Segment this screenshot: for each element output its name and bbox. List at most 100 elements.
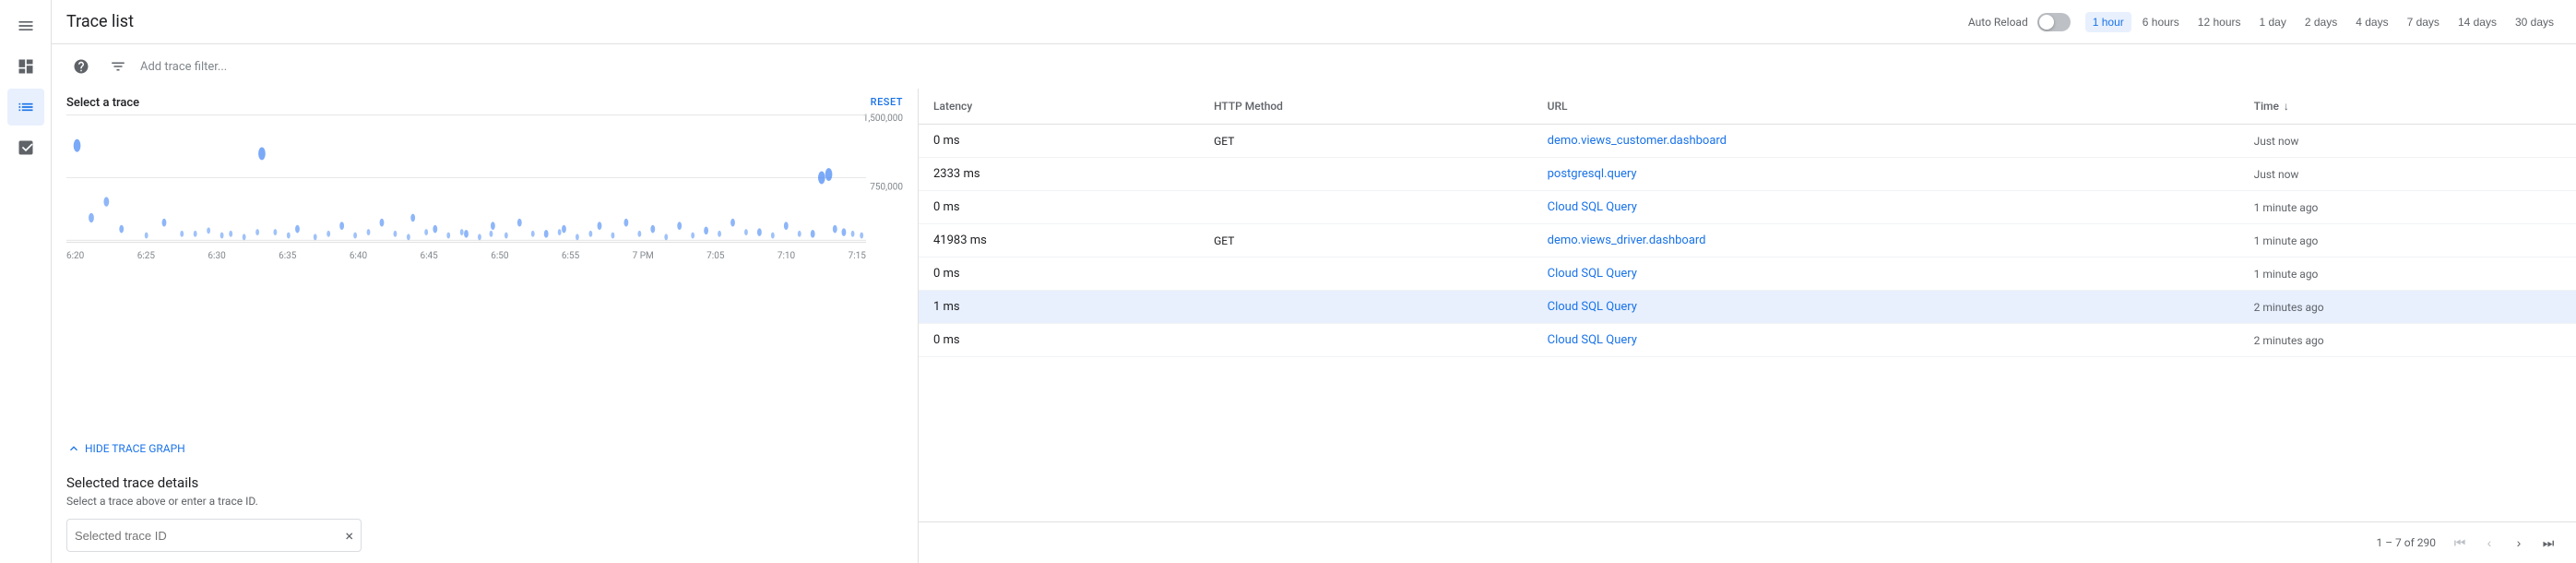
hide-graph-label: HIDE TRACE GRAPH [85, 442, 185, 455]
latency-cell: 1 ms [919, 291, 1199, 324]
x-axis: 6:20 6:25 6:30 6:35 6:40 6:45 6:50 6:55 … [66, 251, 866, 261]
time-btn-30days[interactable]: 30 days [2508, 12, 2561, 32]
col-latency: Latency [919, 89, 1199, 125]
x-label-715: 7:15 [849, 251, 866, 261]
prev-page-button[interactable]: ‹ [2476, 530, 2502, 556]
x-label-650: 6:50 [491, 251, 508, 261]
table-row[interactable]: 2333 mspostgresql.queryJust now [919, 158, 2576, 191]
time-btn-2days[interactable]: 2 days [2297, 12, 2345, 32]
dashboard-icon[interactable] [7, 48, 44, 85]
method-cell [1199, 324, 1533, 357]
latency-cell: 2333 ms [919, 158, 1199, 191]
url-cell[interactable]: demo.views_customer.dashboard [1533, 125, 2239, 158]
content-area: Select a trace RESET 1,500,000 750,000 [52, 89, 2576, 563]
selected-trace-title: Selected trace details [66, 474, 903, 491]
col-time[interactable]: Time ↓ [2239, 89, 2576, 125]
help-button[interactable] [66, 52, 96, 81]
col-url: URL [1533, 89, 2239, 125]
time-btn-1day[interactable]: 1 day [2252, 12, 2294, 32]
method-cell [1199, 191, 1533, 224]
table-row[interactable]: 0 msGETdemo.views_customer.dashboardJust… [919, 125, 2576, 158]
menu-icon[interactable] [7, 7, 44, 44]
table-row[interactable]: 41983 msGETdemo.views_driver.dashboard1 … [919, 224, 2576, 258]
toggle-knob [2039, 15, 2054, 30]
x-label-640: 6:40 [350, 251, 367, 261]
chart-icon[interactable] [7, 129, 44, 166]
table-body: 0 msGETdemo.views_customer.dashboardJust… [919, 125, 2576, 357]
auto-reload-toggle[interactable] [2037, 13, 2071, 31]
table-row[interactable]: 0 ms Cloud SQL Query1 minute ago [919, 258, 2576, 291]
list-icon[interactable] [7, 89, 44, 126]
trace-table: Latency HTTP Method URL Time ↓ 0 msGETde… [919, 89, 2576, 357]
pagination-info: 1 – 7 of 290 [2376, 536, 2436, 549]
time-cell: Just now [2239, 125, 2576, 158]
url-cell[interactable]: Cloud SQL Query [1533, 324, 2239, 357]
x-label-625: 6:25 [137, 251, 155, 261]
hide-graph-button[interactable]: HIDE TRACE GRAPH [52, 434, 918, 463]
latency-cell: 0 ms [919, 258, 1199, 291]
filter-button[interactable] [103, 52, 133, 81]
x-label-620: 6:20 [66, 251, 84, 261]
method-cell: GET [1199, 125, 1533, 158]
table-row[interactable]: 0 msCloud SQL Query2 minutes ago [919, 324, 2576, 357]
method-cell: GET [1199, 224, 1533, 258]
select-trace-label: Select a trace [66, 96, 139, 110]
x-label-630: 6:30 [208, 251, 225, 261]
first-page-button[interactable]: ⏮ [2447, 530, 2473, 556]
x-label-705: 7:05 [706, 251, 724, 261]
next-page-button[interactable]: › [2506, 530, 2532, 556]
x-label-710: 7:10 [778, 251, 795, 261]
auto-reload-label: Auto Reload [1968, 16, 2028, 29]
url-cell[interactable]: demo.views_driver.dashboard [1533, 224, 2239, 258]
time-btn-14days[interactable]: 14 days [2451, 12, 2504, 32]
chart-area[interactable] [66, 114, 866, 243]
sidebar [0, 0, 52, 563]
pagination: 1 – 7 of 290 ⏮ ‹ › ⏭ [919, 521, 2576, 563]
method-cell [1199, 258, 1533, 291]
y-axis-top: 1,500,000 [863, 114, 903, 124]
time-btn-12hours[interactable]: 12 hours [2190, 12, 2249, 32]
reset-button[interactable]: RESET [871, 96, 903, 108]
x-label-635: 6:35 [279, 251, 296, 261]
table-row[interactable]: 1 msCloud SQL Query2 minutes ago [919, 291, 2576, 324]
table-header-row: Latency HTTP Method URL Time ↓ [919, 89, 2576, 125]
toolbar: Add trace filter... [52, 44, 2576, 89]
clear-trace-button[interactable]: × [345, 527, 353, 545]
trace-id-input-row: × [66, 519, 362, 552]
time-btn-7days[interactable]: 7 days [2400, 12, 2447, 32]
x-label-655: 6:55 [562, 251, 579, 261]
x-label-7pm: 7 PM [633, 251, 654, 261]
method-cell [1199, 291, 1533, 324]
page-title: Trace list [66, 12, 134, 31]
top-header: Trace list Auto Reload 1 hour 6 hours 12… [52, 0, 2576, 44]
trace-id-input[interactable] [75, 529, 345, 543]
time-btn-4days[interactable]: 4 days [2348, 12, 2395, 32]
table-wrapper: Latency HTTP Method URL Time ↓ 0 msGETde… [919, 89, 2576, 521]
sort-icon: ↓ [2284, 100, 2289, 113]
filter-placeholder: Add trace filter... [140, 60, 227, 74]
time-btn-1hour[interactable]: 1 hour [2085, 12, 2131, 32]
method-cell [1199, 158, 1533, 191]
url-cell[interactable]: Cloud SQL Query [1533, 191, 2239, 224]
url-cell[interactable]: Cloud SQL Query [1533, 258, 2239, 291]
time-cell: 1 minute ago [2239, 258, 2576, 291]
time-controls: Auto Reload 1 hour 6 hours 12 hours 1 da… [1968, 12, 2561, 32]
time-cell: 1 minute ago [2239, 191, 2576, 224]
chart-container: 1,500,000 750,000 [66, 114, 903, 261]
y-axis-mid: 750,000 [870, 183, 903, 193]
selected-trace-section: Selected trace details Select a trace ab… [52, 463, 918, 563]
url-cell[interactable]: Cloud SQL Query [1533, 291, 2239, 324]
table-row[interactable]: 0 ms Cloud SQL Query1 minute ago [919, 191, 2576, 224]
col-method: HTTP Method [1199, 89, 1533, 125]
graph-section: Select a trace RESET 1,500,000 750,000 [52, 89, 918, 434]
right-panel: Latency HTTP Method URL Time ↓ 0 msGETde… [919, 89, 2576, 563]
latency-cell: 41983 ms [919, 224, 1199, 258]
time-btn-6hours[interactable]: 6 hours [2135, 12, 2187, 32]
url-cell[interactable]: postgresql.query [1533, 158, 2239, 191]
last-page-button[interactable]: ⏭ [2535, 530, 2561, 556]
x-label-645: 6:45 [421, 251, 438, 261]
time-cell: 2 minutes ago [2239, 324, 2576, 357]
scatter-chart [66, 114, 866, 242]
time-cell: 1 minute ago [2239, 224, 2576, 258]
latency-cell: 0 ms [919, 191, 1199, 224]
